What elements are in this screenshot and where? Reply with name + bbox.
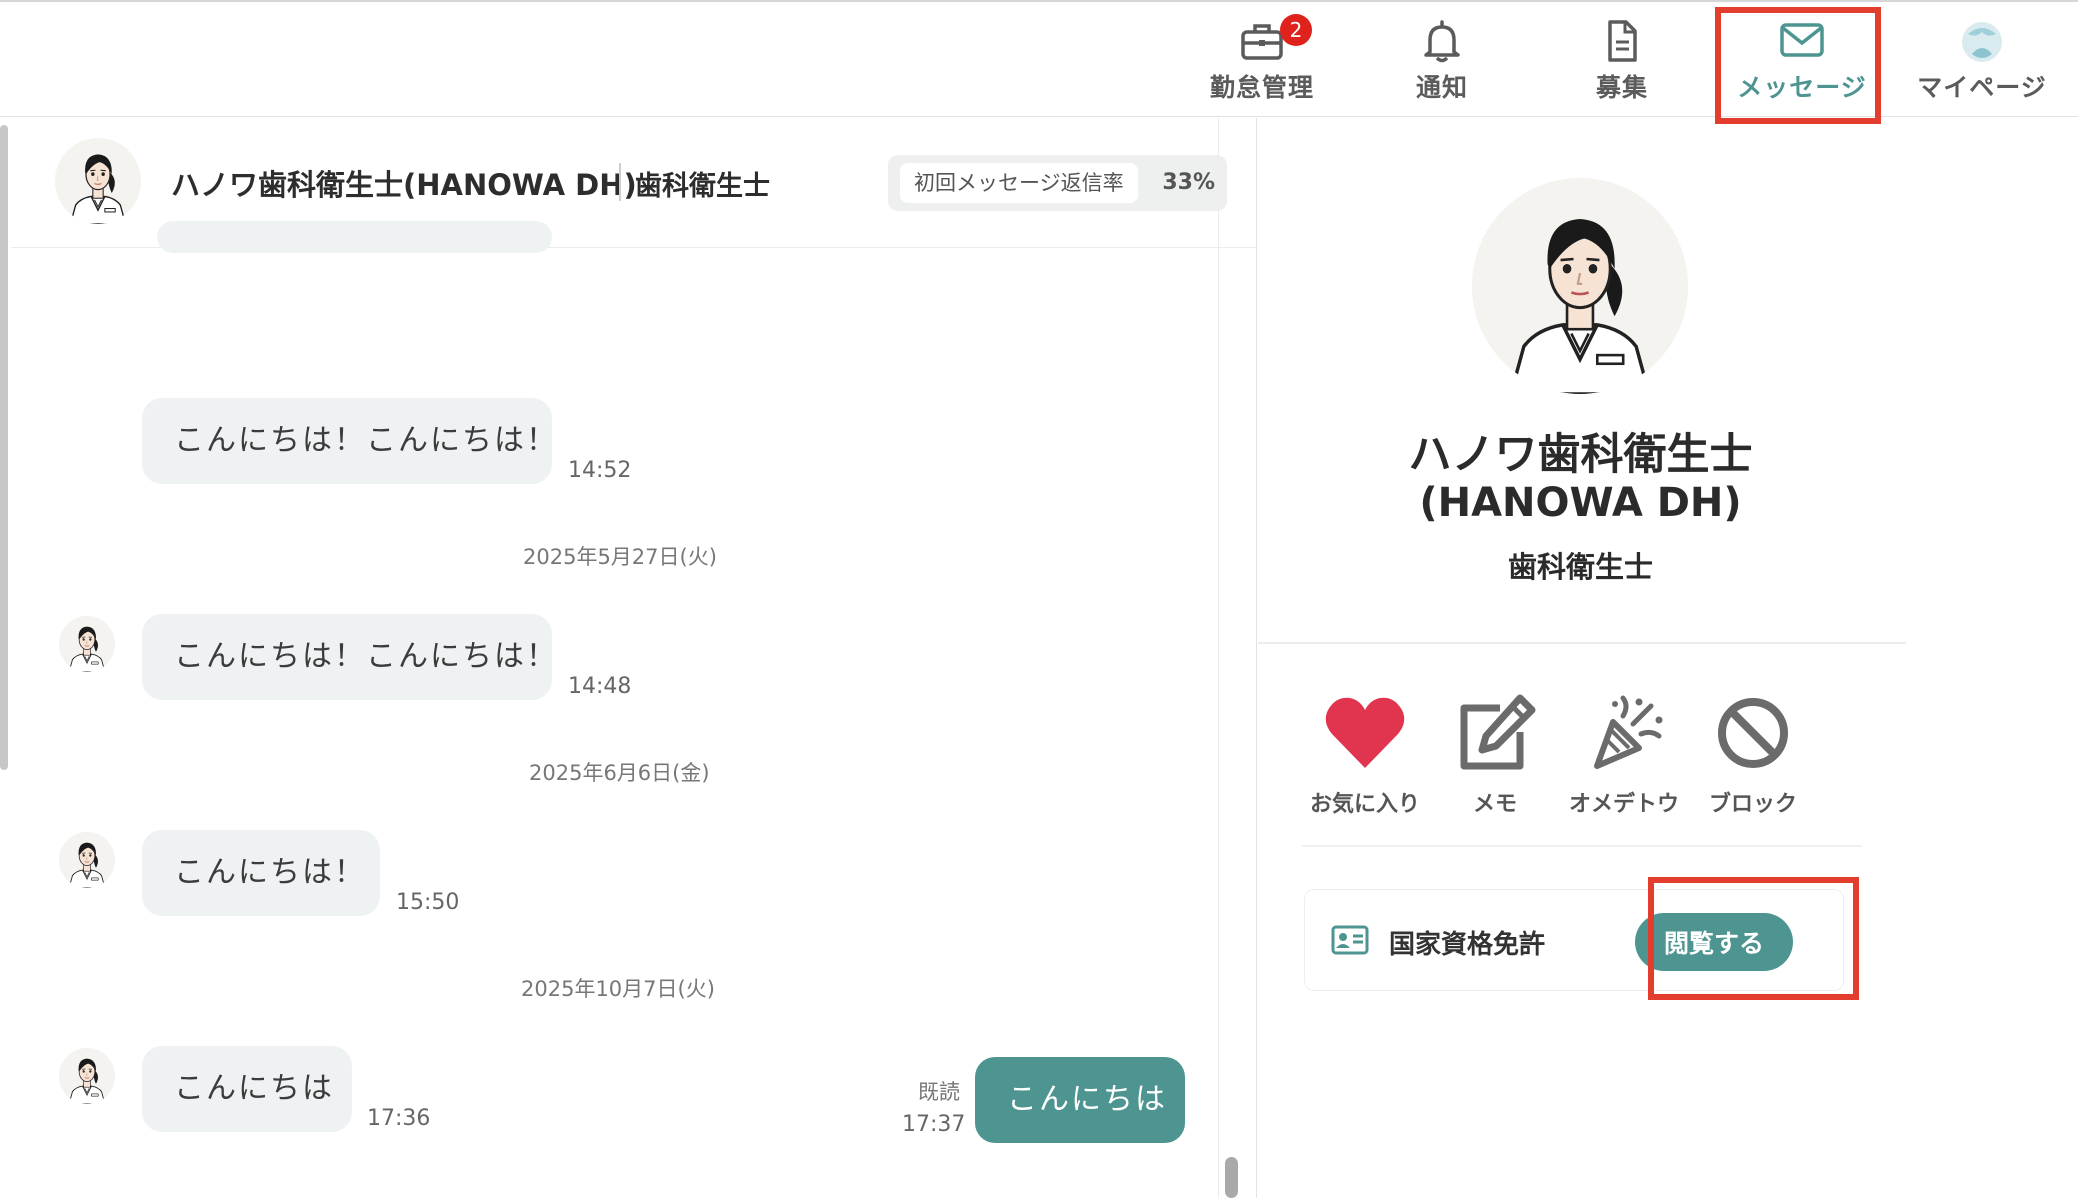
message-bubble: こんにちは！こんにちは！ <box>142 398 556 484</box>
divider <box>1258 642 1906 644</box>
nav-label: 勤怠管理 <box>1209 73 1314 102</box>
avatar[interactable] <box>59 616 115 672</box>
avatar[interactable] <box>59 832 115 888</box>
avatar[interactable] <box>55 138 141 224</box>
action-label: ブロック <box>1708 792 1797 817</box>
reply-rate-label: 初回メッセージ返信率 <box>900 163 1138 203</box>
license-label: 国家資格免許 <box>1389 930 1546 960</box>
message-bubble: こんにちは <box>142 1046 352 1132</box>
favorite-button[interactable]: お気に入り <box>1300 690 1430 818</box>
document-icon <box>1598 18 1646 64</box>
nav-item-recruitment[interactable]: 募集 <box>1532 2 1712 119</box>
nav-item-notifications[interactable]: 通知 <box>1352 2 1532 119</box>
profile-name: ハノワ歯科衛生士 <box>1408 430 1753 480</box>
action-label: お気に入り <box>1309 792 1420 817</box>
date-separator: 2025年10月7日(火) <box>521 977 715 1001</box>
block-button[interactable]: ブロック <box>1688 690 1818 818</box>
avatar-icon <box>1958 18 2006 64</box>
profile-name-romaji: (HANOWA DH) <box>1419 480 1742 526</box>
nav-item-messages[interactable]: メッセージ <box>1712 2 1892 119</box>
party-popper-icon <box>1579 690 1669 776</box>
message-time: 14:52 <box>568 458 632 483</box>
heart-icon <box>1320 690 1410 776</box>
briefcase-icon: 2 <box>1238 14 1312 64</box>
date-separator: 2025年5月27日(火) <box>523 545 717 569</box>
id-card-icon <box>1331 924 1369 956</box>
profile-panel: ハノワ歯科衛生士 (HANOWA DH) 歯科衛生士 お気に入り メモ オメデト… <box>1258 118 2078 1198</box>
profile-avatar <box>1472 178 1688 394</box>
read-status: 既読 <box>918 1080 960 1104</box>
avatar[interactable] <box>59 1048 115 1104</box>
profile-role: 歯科衛生士 <box>1507 550 1653 584</box>
nav-label: 募集 <box>1595 73 1648 102</box>
nav-item-attendance[interactable]: 2 勤怠管理 <box>1172 2 1352 119</box>
notification-badge: 2 <box>1280 14 1312 46</box>
action-label: メモ <box>1472 792 1517 817</box>
message-time: 14:48 <box>568 674 632 699</box>
my-message-bubble: こんにちは <box>975 1057 1185 1143</box>
edit-icon <box>1450 690 1540 776</box>
message-list[interactable]: こんにちは！こんにちは！ 14:52 2025年5月27日(火) こんにちは！こ… <box>11 221 1256 1198</box>
mail-icon <box>1778 18 1826 64</box>
memo-button[interactable]: メモ <box>1430 690 1560 818</box>
top-navigation: 2 勤怠管理 通知 募集 メッセージ マイページ <box>0 0 2078 124</box>
reply-rate-badge: 初回メッセージ返信率 33% <box>888 155 1227 211</box>
block-icon <box>1708 690 1798 776</box>
action-label: オメデトウ <box>1568 792 1679 817</box>
message-bubble-partial <box>157 221 552 253</box>
chat-partner-name: ハノワ歯科衛生士(HANOWA DH) <box>171 168 637 202</box>
chat-scrollbar-thumb[interactable] <box>1225 1157 1238 1198</box>
message-time: 17:37 <box>902 1112 966 1137</box>
chat-panel: ハノワ歯科衛生士(HANOWA DH) 歯科衛生士 初回メッセージ返信率 33%… <box>11 118 1257 1198</box>
header-divider <box>619 163 621 201</box>
message-time: 17:36 <box>367 1106 431 1131</box>
nav-label: マイページ <box>1917 73 2047 102</box>
divider <box>1302 845 1862 847</box>
nav-label: 通知 <box>1415 73 1468 102</box>
chat-scrollbar-track[interactable] <box>1218 118 1232 1198</box>
view-license-button[interactable]: 閲覧する <box>1635 913 1793 971</box>
message-bubble: こんにちは！ <box>142 830 380 916</box>
congrats-button[interactable]: オメデトウ <box>1559 690 1689 818</box>
date-separator: 2025年6月6日(金) <box>529 761 710 785</box>
bell-icon <box>1418 18 1466 64</box>
reply-rate-value: 33% <box>1162 170 1215 195</box>
chat-partner-role: 歯科衛生士 <box>635 171 770 202</box>
nav-item-mypage[interactable]: マイページ <box>1892 2 2072 119</box>
page-scrollbar[interactable] <box>0 125 8 770</box>
message-bubble: こんにちは！こんにちは！ <box>142 614 556 700</box>
nav-label: メッセージ <box>1737 73 1867 102</box>
message-time: 15:50 <box>396 890 460 915</box>
